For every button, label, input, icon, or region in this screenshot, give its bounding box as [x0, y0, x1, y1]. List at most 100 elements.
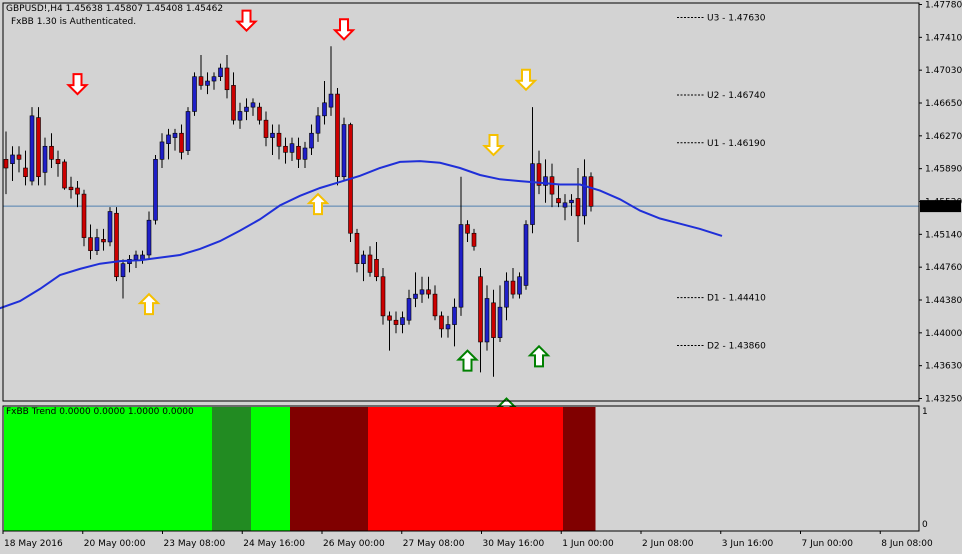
candle-body[interactable]: [49, 145, 54, 160]
candle-body[interactable]: [94, 237, 100, 251]
candle-body[interactable]: [562, 202, 568, 208]
candle-body[interactable]: [10, 154, 15, 164]
candle-body[interactable]: [387, 315, 392, 321]
candle-body[interactable]: [172, 132, 178, 138]
candle-body[interactable]: [218, 67, 223, 77]
candle-body[interactable]: [419, 289, 425, 295]
candle-body[interactable]: [185, 111, 191, 151]
candle-body[interactable]: [205, 80, 210, 86]
candle-body[interactable]: [426, 289, 431, 295]
candle-body[interactable]: [510, 280, 516, 295]
candle-body[interactable]: [81, 193, 87, 238]
candle-body[interactable]: [445, 324, 451, 330]
time-tick-label: 8 Jun 08:00: [881, 539, 933, 549]
candle-body[interactable]: [153, 159, 158, 221]
candle-body[interactable]: [146, 219, 152, 256]
candle-body[interactable]: [517, 276, 522, 295]
trend-indicator-plot[interactable]: [4, 407, 596, 531]
symbol-info: GBPUSD!,H4 1.45638 1.45807 1.45408 1.454…: [6, 4, 224, 14]
trend-segment[interactable]: [563, 407, 596, 531]
candle-body[interactable]: [36, 117, 41, 178]
candle-body[interactable]: [315, 115, 321, 134]
candle-body[interactable]: [393, 319, 399, 325]
candle-body[interactable]: [452, 306, 457, 325]
indicator-label: FxBB Trend 0.0000 0.0000 1.0000 0.0000: [6, 407, 194, 417]
candle-body[interactable]: [159, 141, 165, 160]
candle-body[interactable]: [107, 211, 113, 243]
candle-body[interactable]: [263, 119, 269, 138]
candle-body[interactable]: [458, 224, 464, 308]
candle-body[interactable]: [361, 254, 366, 264]
candle-body[interactable]: [283, 145, 288, 153]
candle-body[interactable]: [231, 85, 236, 121]
price-tick-label: 1.44000: [925, 329, 962, 339]
trend-segment[interactable]: [251, 407, 290, 531]
candle-body[interactable]: [575, 198, 581, 217]
candle-body[interactable]: [335, 93, 340, 178]
candle-body[interactable]: [504, 280, 509, 308]
candle-body[interactable]: [413, 293, 418, 299]
candle-body[interactable]: [276, 132, 282, 147]
candle-body[interactable]: [16, 154, 22, 160]
trend-segment[interactable]: [4, 407, 212, 531]
candle-body[interactable]: [211, 76, 217, 82]
candle-body[interactable]: [29, 115, 35, 182]
trend-segment[interactable]: [368, 407, 563, 531]
candle-body[interactable]: [101, 239, 106, 243]
candle-body[interactable]: [491, 302, 496, 338]
candle-body[interactable]: [62, 161, 67, 189]
candle-body[interactable]: [224, 67, 230, 91]
candle-body[interactable]: [42, 145, 48, 173]
candle-body[interactable]: [322, 102, 327, 117]
candle-body[interactable]: [302, 147, 308, 160]
candle-body[interactable]: [484, 298, 490, 343]
candle-body[interactable]: [244, 106, 249, 112]
candle-body[interactable]: [530, 163, 535, 225]
price-tick-label: 1.46270: [925, 132, 962, 142]
candle-body[interactable]: [75, 187, 80, 195]
candle-body[interactable]: [68, 186, 74, 191]
candle-body[interactable]: [257, 106, 262, 121]
candle-body[interactable]: [374, 259, 379, 278]
candle-body[interactable]: [471, 232, 477, 247]
candle-body[interactable]: [582, 176, 587, 217]
candle-body[interactable]: [88, 237, 93, 251]
candle-body[interactable]: [114, 212, 119, 278]
candle-body[interactable]: [354, 232, 360, 264]
candle-body[interactable]: [23, 167, 28, 178]
candle-body[interactable]: [367, 254, 373, 273]
candle-body[interactable]: [432, 293, 438, 317]
candle-body[interactable]: [556, 198, 561, 204]
candle-body[interactable]: [328, 93, 334, 108]
candle-body[interactable]: [250, 102, 256, 108]
candle-body[interactable]: [478, 276, 483, 343]
candle-body[interactable]: [296, 145, 301, 160]
chart-canvas[interactable]: U3 - 1.47630 U2 - 1.46740 U1 - 1.46190 D1 -…: [0, 0, 962, 554]
candle-body[interactable]: [192, 76, 197, 112]
candle-body[interactable]: [198, 76, 204, 86]
trend-segment[interactable]: [212, 407, 251, 531]
candle-body[interactable]: [439, 315, 444, 330]
candle-body[interactable]: [549, 176, 555, 195]
candle-body[interactable]: [289, 143, 295, 153]
candle-body[interactable]: [588, 176, 594, 207]
candle-body[interactable]: [179, 132, 184, 153]
candle-body[interactable]: [497, 306, 503, 338]
candle-body[interactable]: [133, 254, 139, 260]
candle-body[interactable]: [341, 124, 347, 178]
candle-body[interactable]: [3, 159, 9, 169]
candle-body[interactable]: [523, 224, 529, 286]
candle-body[interactable]: [400, 317, 405, 325]
candle-body[interactable]: [309, 132, 314, 149]
candle-body[interactable]: [465, 224, 470, 234]
candle-body[interactable]: [55, 159, 61, 164]
candle-body[interactable]: [237, 111, 243, 121]
candle-body[interactable]: [270, 132, 275, 138]
candle-body[interactable]: [166, 134, 171, 144]
candle-body[interactable]: [120, 263, 126, 278]
candle-body[interactable]: [569, 199, 574, 204]
candle-body[interactable]: [380, 276, 386, 317]
candle-body[interactable]: [406, 298, 412, 321]
price-tick-label: 1.47410: [925, 33, 962, 43]
trend-segment[interactable]: [290, 407, 368, 531]
